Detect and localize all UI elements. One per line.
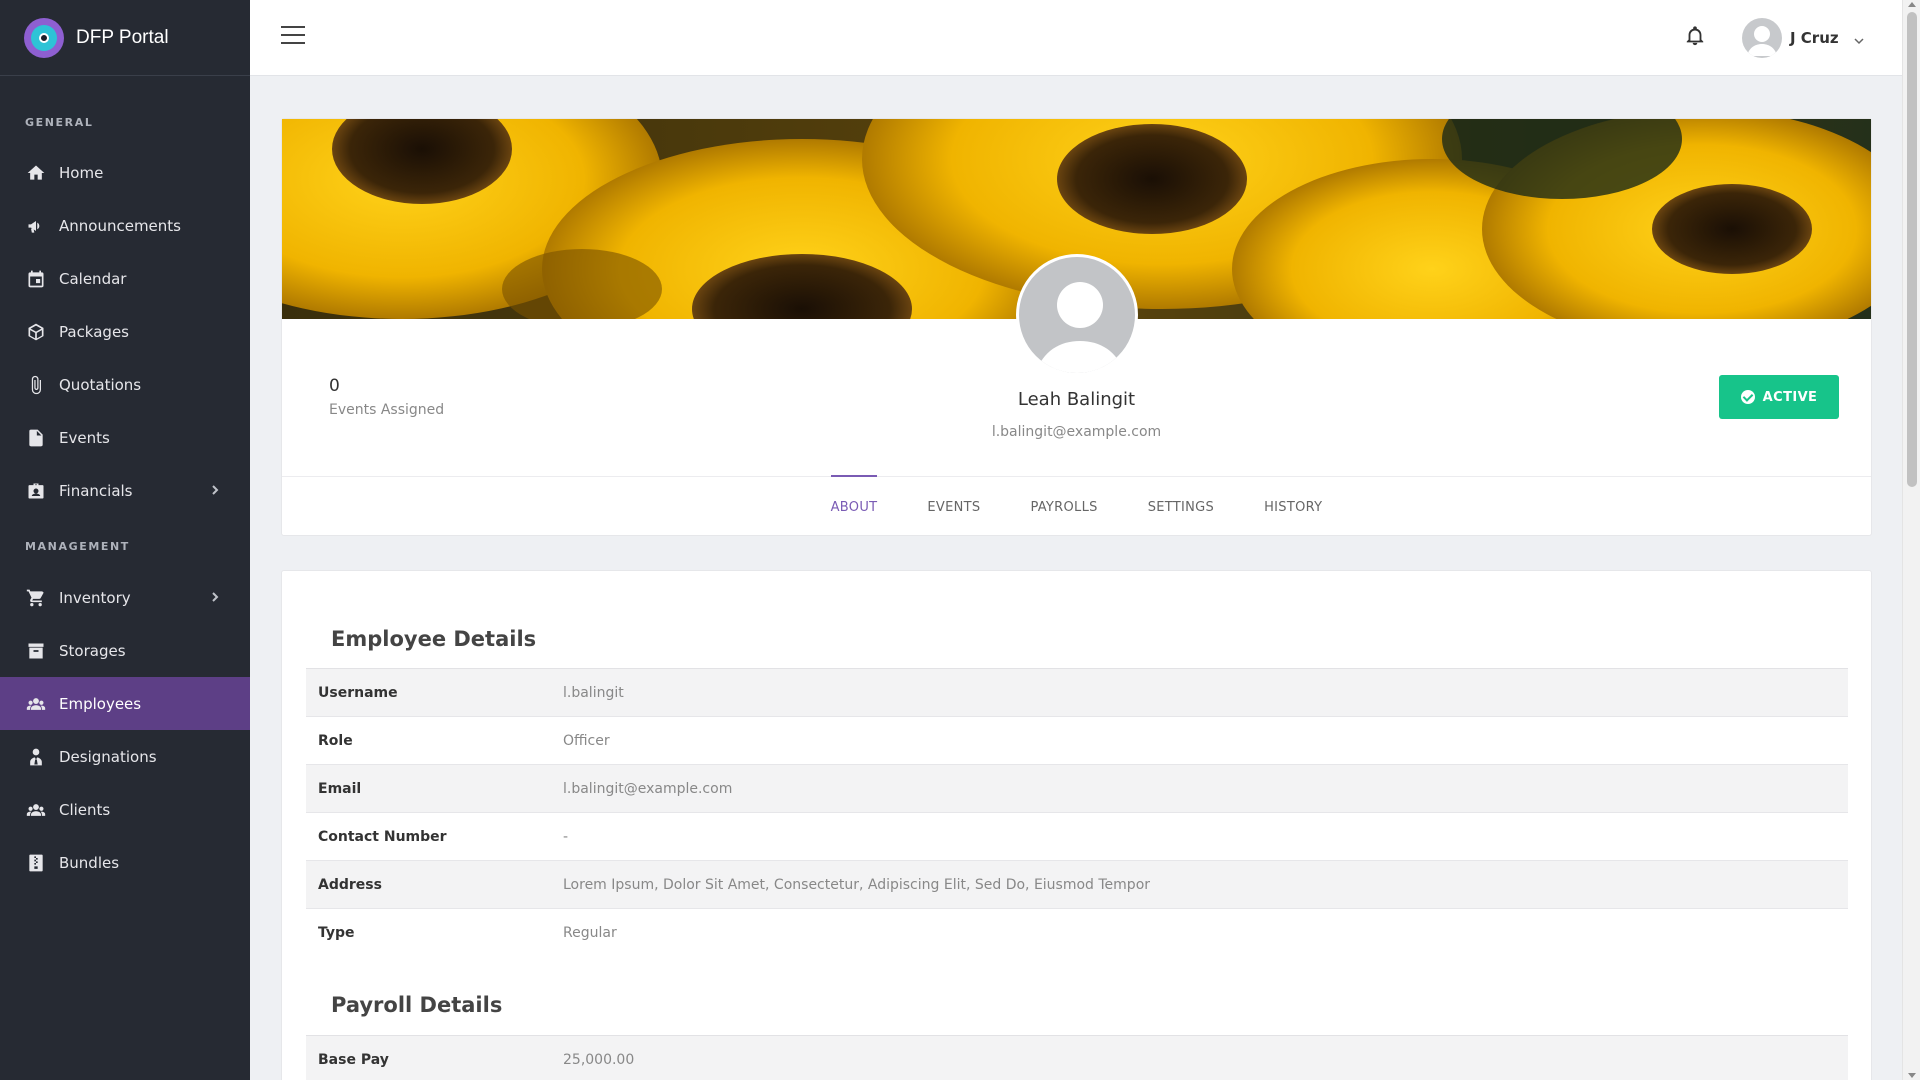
sidebar-item-label: Storages (59, 641, 126, 660)
row-value: - (563, 828, 569, 845)
details-card: Employee Details Username l.balingit Rol… (281, 570, 1872, 1080)
sidebar-item-label: Calendar (59, 269, 127, 288)
status-button[interactable]: ACTIVE (1719, 375, 1839, 419)
sidebar-item-label: Inventory (59, 588, 131, 607)
table-row: Type Regular (306, 909, 1848, 957)
paperclip-icon (25, 374, 47, 396)
management-nav: Inventory Storages Employees Designation… (0, 571, 250, 889)
sidebar-item-label: Employees (59, 694, 142, 713)
cart-icon (25, 587, 47, 609)
sidebar-item-financials[interactable]: Financials (0, 464, 250, 517)
users-icon (25, 693, 47, 715)
chevron-right-icon (208, 483, 222, 497)
briefcase-icon (25, 480, 47, 502)
file-zip-icon (25, 852, 47, 874)
sidebar-item-storages[interactable]: Storages (0, 624, 250, 677)
scrollbar-thumb[interactable] (1907, 12, 1917, 487)
sidebar-item-home[interactable]: Home (0, 146, 250, 199)
brand[interactable]: DFP Portal (0, 0, 250, 76)
calendar-icon (25, 268, 47, 290)
row-value: l.balingit (563, 684, 624, 701)
megaphone-icon (25, 215, 47, 237)
page-scrollbar[interactable] (1902, 0, 1920, 1080)
sidebar-item-packages[interactable]: Packages (0, 305, 250, 358)
general-nav: Home Announcements Calendar Packages Quo… (0, 146, 250, 517)
row-value: Officer (563, 732, 610, 749)
avatar (1742, 18, 1782, 58)
sidebar-item-announcements[interactable]: Announcements (0, 199, 250, 252)
table-row: Username l.balingit (306, 669, 1848, 717)
chevron-right-icon (208, 590, 222, 604)
row-key: Type (318, 925, 355, 941)
user-tie-icon (25, 746, 47, 768)
home-icon (25, 162, 47, 184)
sidebar-item-label: Home (59, 163, 104, 182)
employee-details-table: Username l.balingit Role Officer Email l… (306, 668, 1848, 957)
user-menu[interactable]: J Cruz (1742, 18, 1865, 58)
row-value: Regular (563, 925, 617, 941)
employee-name: Leah Balingit (1017, 389, 1136, 410)
archive-icon (25, 640, 47, 662)
table-row: Address Lorem Ipsum, Dolor Sit Amet, Con… (306, 861, 1848, 909)
chevron-down-icon (1853, 32, 1865, 45)
payroll-details-title: Payroll Details (331, 993, 503, 1017)
profile-tabs: ABOUT EVENTS PAYROLLS SETTINGS HISTORY (282, 475, 1871, 537)
payroll-details-table: Base Pay 25,000.00 (306, 1035, 1848, 1080)
sidebar-item-label: Bundles (59, 853, 120, 872)
sidebar-item-label: Financials (59, 481, 133, 500)
employee-details-title: Employee Details (331, 627, 537, 651)
tab-payrolls[interactable]: PAYROLLS (1030, 477, 1097, 537)
sidebar-item-quotations[interactable]: Quotations (0, 358, 250, 411)
profile-avatar[interactable] (1016, 254, 1138, 376)
sidebar-item-label: Events (59, 428, 110, 447)
row-value: 25,000.00 (563, 1051, 635, 1068)
sidebar-item-label: Packages (59, 322, 129, 341)
sidebar-item-label: Announcements (59, 216, 181, 235)
tab-settings[interactable]: SETTINGS (1148, 477, 1214, 537)
tab-about[interactable]: ABOUT (830, 475, 878, 537)
sidebar-item-employees[interactable]: Employees (0, 677, 250, 730)
sidebar-item-clients[interactable]: Clients (0, 783, 250, 836)
row-key: Email (318, 780, 362, 797)
sidebar-item-label: Designations (59, 747, 157, 766)
brand-name: DFP Portal (76, 26, 169, 48)
sidebar-item-designations[interactable]: Designations (0, 730, 250, 783)
notification-bell-icon[interactable] (1684, 24, 1706, 48)
file-icon (25, 427, 47, 449)
brand-logo-icon (24, 17, 64, 58)
sidebar: DFP Portal GENERAL Home Announcements Ca… (0, 0, 250, 1080)
row-key: Role (318, 732, 353, 749)
menu-toggle-icon[interactable] (281, 26, 305, 46)
sidebar-item-label: Clients (59, 800, 111, 819)
row-key: Base Pay (318, 1051, 389, 1068)
check-circle-icon (1740, 390, 1755, 404)
users-icon (25, 799, 47, 821)
tab-events[interactable]: EVENTS (927, 477, 980, 537)
table-row: Contact Number - (306, 813, 1848, 861)
row-key: Contact Number (318, 828, 447, 845)
scroll-up-icon[interactable] (1908, 2, 1916, 7)
user-name: J Cruz (1790, 29, 1839, 47)
topbar: J Cruz (250, 0, 1902, 76)
sidebar-item-bundles[interactable]: Bundles (0, 836, 250, 889)
table-row: Base Pay 25,000.00 (306, 1036, 1848, 1080)
sidebar-item-events[interactable]: Events (0, 411, 250, 464)
tab-history[interactable]: HISTORY (1264, 477, 1322, 537)
profile-card: 0 Events Assigned Leah Balingit l.baling… (281, 118, 1872, 536)
sidebar-item-label: Quotations (59, 375, 142, 394)
scroll-down-icon[interactable] (1908, 1073, 1916, 1078)
table-row: Role Officer (306, 717, 1848, 765)
status-label: ACTIVE (1762, 389, 1818, 405)
sidebar-item-inventory[interactable]: Inventory (0, 571, 250, 624)
row-key: Address (318, 876, 382, 893)
table-row: Email l.balingit@example.com (306, 765, 1848, 813)
package-icon (25, 321, 47, 343)
row-value: Lorem Ipsum, Dolor Sit Amet, Consectetur… (563, 876, 1151, 893)
section-label-general: GENERAL (25, 116, 94, 129)
employee-email: l.balingit@example.com (991, 424, 1162, 440)
row-key: Username (318, 684, 398, 701)
sidebar-item-calendar[interactable]: Calendar (0, 252, 250, 305)
row-value: l.balingit@example.com (563, 780, 733, 797)
section-label-management: MANAGEMENT (25, 540, 130, 553)
